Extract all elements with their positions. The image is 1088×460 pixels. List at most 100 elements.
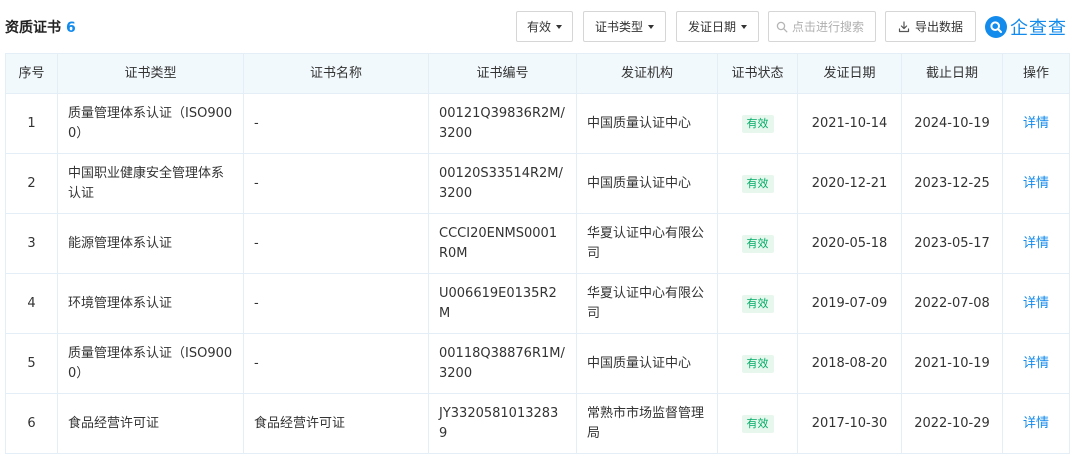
cell-name: - (243, 153, 429, 214)
cell-status: 有效 (717, 333, 798, 394)
detail-link[interactable]: 详情 (1023, 416, 1049, 431)
cell-status: 有效 (717, 213, 798, 274)
cell-type: 环境管理体系认证 (57, 273, 244, 334)
cell-issue-date: 2019-07-09 (797, 273, 902, 334)
col-header-seq: 序号 (5, 53, 58, 94)
cell-issue-date: 2017-10-30 (797, 393, 902, 454)
cell-action: 详情 (1002, 93, 1070, 154)
section-title-text: 资质证书 (5, 20, 61, 36)
detail-link[interactable]: 详情 (1023, 176, 1049, 191)
cell-expiry-date: 2021-10-19 (901, 333, 1003, 394)
caret-down-icon (741, 24, 747, 29)
status-badge: 有效 (741, 294, 774, 313)
export-label: 导出数据 (914, 20, 963, 34)
col-header-org: 发证机构 (576, 53, 718, 94)
brand-name: 企查查 (1010, 18, 1067, 39)
cell-status: 有效 (717, 393, 798, 454)
table-row: 4 环境管理体系认证 - U006619E0135R2M 华夏认证中心有限公司 … (5, 273, 1070, 334)
cell-seq: 6 (5, 393, 58, 454)
cell-org: 中国质量认证中心 (576, 93, 718, 154)
search-input[interactable] (792, 19, 874, 34)
cell-number: 00120S33514R2M/3200 (428, 153, 577, 214)
status-badge: 有效 (741, 354, 774, 373)
cell-expiry-date: 2022-07-08 (901, 273, 1003, 334)
cell-org: 华夏认证中心有限公司 (576, 213, 718, 274)
cell-expiry-date: 2024-10-19 (901, 93, 1003, 154)
search-icon (776, 21, 788, 32)
detail-link[interactable]: 详情 (1023, 356, 1049, 371)
cell-org: 华夏认证中心有限公司 (576, 273, 718, 334)
cell-type: 质量管理体系认证（ISO9000） (57, 333, 244, 394)
cell-seq: 4 (5, 273, 58, 334)
detail-link[interactable]: 详情 (1023, 296, 1049, 311)
cell-expiry-date: 2023-05-17 (901, 213, 1003, 274)
filter-type-label: 证书类型 (594, 20, 643, 34)
table-row: 2 中国职业健康安全管理体系认证 - 00120S33514R2M/3200 中… (5, 153, 1070, 214)
col-header-issue-date: 发证日期 (797, 53, 902, 94)
cell-issue-date: 2018-08-20 (797, 333, 902, 394)
filter-date-label: 发证日期 (687, 20, 736, 34)
cell-name: - (243, 93, 429, 154)
cell-org: 常熟市市场监督管理局 (576, 393, 718, 454)
table-row: 6 食品经营许可证 食品经营许可证 JY33205810132839 常熟市市场… (5, 393, 1070, 454)
detail-link[interactable]: 详情 (1023, 116, 1049, 131)
status-badge: 有效 (741, 414, 774, 433)
cell-org: 中国质量认证中心 (576, 333, 718, 394)
export-icon (898, 20, 910, 32)
section-title: 资质证书 6 (5, 17, 76, 37)
filter-valid-label: 有效 (526, 20, 551, 34)
caret-down-icon (556, 24, 562, 29)
cell-number: 00121Q39836R2M/3200 (428, 93, 577, 154)
cell-seq: 5 (5, 333, 58, 394)
col-header-type: 证书类型 (57, 53, 244, 94)
cell-seq: 2 (5, 153, 58, 214)
qichacha-logo: 企查查 (985, 13, 1067, 41)
cell-seq: 1 (5, 93, 58, 154)
status-badge: 有效 (741, 174, 774, 193)
cell-name: - (243, 273, 429, 334)
table-row: 3 能源管理体系认证 - CCCI20ENMS0001R0M 华夏认证中心有限公… (5, 213, 1070, 274)
cell-status: 有效 (717, 273, 798, 334)
filter-date-button[interactable]: 发证日期 (676, 11, 759, 42)
cell-action: 详情 (1002, 333, 1070, 394)
col-header-number: 证书编号 (428, 53, 577, 94)
cell-status: 有效 (717, 153, 798, 214)
cell-number: 00118Q38876R1M/3200 (428, 333, 577, 394)
status-badge: 有效 (741, 114, 774, 133)
col-header-name: 证书名称 (243, 53, 429, 94)
cell-name: - (243, 213, 429, 274)
cell-status: 有效 (717, 93, 798, 154)
cell-number: U006619E0135R2M (428, 273, 577, 334)
cell-action: 详情 (1002, 393, 1070, 454)
filter-valid-button[interactable]: 有效 (516, 11, 573, 42)
qichacha-logo-icon (985, 16, 1007, 38)
table-row: 5 质量管理体系认证（ISO9000） - 00118Q38876R1M/320… (5, 333, 1070, 394)
cell-name: - (243, 333, 429, 394)
cell-issue-date: 2020-05-18 (797, 213, 902, 274)
col-header-status: 证书状态 (717, 53, 798, 94)
cell-issue-date: 2020-12-21 (797, 153, 902, 214)
cell-action: 详情 (1002, 273, 1070, 334)
cell-expiry-date: 2022-10-29 (901, 393, 1003, 454)
cell-number: CCCI20ENMS0001R0M (428, 213, 577, 274)
export-button[interactable]: 导出数据 (885, 11, 976, 42)
cell-action: 详情 (1002, 213, 1070, 274)
cell-expiry-date: 2023-12-25 (901, 153, 1003, 214)
detail-link[interactable]: 详情 (1023, 236, 1049, 251)
cell-type: 能源管理体系认证 (57, 213, 244, 274)
status-badge: 有效 (741, 234, 774, 253)
cell-number: JY33205810132839 (428, 393, 577, 454)
caret-down-icon (648, 24, 654, 29)
cell-type: 食品经营许可证 (57, 393, 244, 454)
cell-org: 中国质量认证中心 (576, 153, 718, 214)
cell-issue-date: 2021-10-14 (797, 93, 902, 154)
table-row: 1 质量管理体系认证（ISO9000） - 00121Q39836R2M/320… (5, 93, 1070, 154)
cell-action: 详情 (1002, 153, 1070, 214)
search-box[interactable] (768, 11, 876, 42)
table-header-row: 序号 证书类型 证书名称 证书编号 发证机构 证书状态 发证日期 截止日期 操作 (5, 53, 1070, 94)
cell-type: 中国职业健康安全管理体系认证 (57, 153, 244, 214)
filter-type-button[interactable]: 证书类型 (583, 11, 666, 42)
section-header: 资质证书 6 有效 证书类型 发证日期 导出数据 企查查 (0, 0, 1088, 53)
section-count: 6 (66, 20, 76, 36)
col-header-action: 操作 (1002, 53, 1070, 94)
